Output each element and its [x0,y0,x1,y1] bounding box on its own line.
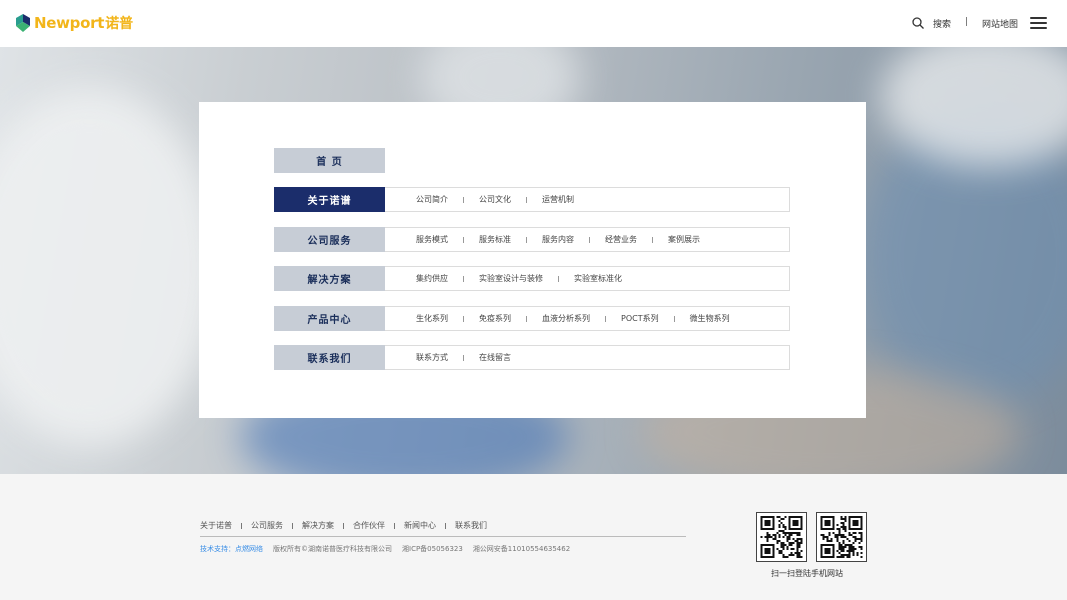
footer-nav-link[interactable]: 合作伙伴 [353,520,385,531]
tech-support-link[interactable]: 技术支持：点燃网络 [200,544,263,554]
link-separator [526,236,527,243]
link-separator [463,236,464,243]
sitemap-card: 首 页关于诺谱 公司简介 公司文化 运营机制公司服务 服务模式 服务标准 服务内容 经营业务 案… [199,102,866,418]
sitemap-row: 产品中心 生化系列 免疫系列 血液分析系列 POCT系列 微生物系列 [274,306,790,331]
link-separator [463,354,464,361]
sitemap-links [385,148,790,173]
sitemap-link[interactable]: 实验室标准化 [574,273,622,284]
link-separator [526,315,527,322]
qr-caption: 扫一扫登陆手机网站 [771,569,843,578]
footer-nav-link[interactable]: 联系我们 [455,520,487,531]
sitemap-links: 联系方式 在线留言 [385,345,790,370]
sitemap-section-title[interactable]: 公司服务 [274,227,385,252]
footer-nav-link[interactable]: 解决方案 [302,520,334,531]
sitemap-row: 首 页 [274,148,790,173]
link-separator [673,315,675,322]
link-separator [526,196,527,203]
logo-text: Newport [34,14,105,32]
sitemap-link[interactable]: 联系方式 [416,352,448,363]
search-link[interactable]: 搜索 [933,17,951,30]
link-separator [589,236,590,243]
sitemap-link[interactable]: 集约供应 [416,273,448,284]
link-separator [463,196,464,203]
sitemap-section-title[interactable]: 联系我们 [274,345,385,370]
sitemap-link[interactable]: 在线留言 [479,352,511,363]
search-icon[interactable] [912,17,924,29]
sitemap-link[interactable]: 经营业务 [605,234,637,245]
qr-code-1 [756,512,807,562]
footer-nav-separator [445,522,446,529]
sitemap-links: 服务模式 服务标准 服务内容 经营业务 案例展示 [385,227,790,252]
sitemap-links: 公司简介 公司文化 运营机制 [385,187,790,212]
sitemap-link[interactable]: 免疫系列 [479,313,511,324]
sitemap-row: 公司服务 服务模式 服务标准 服务内容 经营业务 案例展示 [274,227,790,252]
logo-cn: 诺普 [105,16,134,32]
header-separator: | [965,17,969,27]
site-footer: 关于诺普 公司服务 解决方案 合作伙伴 新闻中心 联系我们 技术支持：点燃网络 版权所有©… [0,474,1067,600]
sitemap-section-title[interactable]: 解决方案 [274,266,385,291]
qr-code-icon [760,516,803,558]
sitemap-link[interactable]: 血液分析系列 [542,313,590,324]
police-record-link[interactable]: 湘公网安备11010554635462 [473,544,570,554]
link-separator [605,315,606,322]
qr-code-2 [816,512,867,562]
sitemap-link[interactable]: 服务标准 [479,234,511,245]
sitemap-link[interactable]: 网站地图 [982,17,1018,30]
sitemap-link[interactable]: 微生物系列 [690,313,730,324]
footer-divider [200,536,686,537]
sitemap-link[interactable]: 公司简介 [416,194,448,205]
sitemap-row: 关于诺谱 公司简介 公司文化 运营机制 [274,187,790,212]
footer-copyright: 技术支持：点燃网络 版权所有©湖南诺普医疗科技有限公司 湘ICP备0505632… [200,544,570,554]
link-separator [463,275,464,282]
copyright-text: 版权所有©湖南诺普医疗科技有限公司 [273,545,392,553]
sitemap-row: 解决方案 集约供应 实验室设计与装修 实验室标准化 [274,266,790,291]
sitemap-link[interactable]: 生化系列 [416,313,448,324]
footer-nav-link[interactable]: 新闻中心 [404,520,436,531]
sitemap-link[interactable]: 服务模式 [416,234,448,245]
footer-nav-separator [343,522,344,529]
footer-nav-link[interactable]: 关于诺普 [200,520,232,531]
sitemap-links: 集约供应 实验室设计与装修 实验室标准化 [385,266,790,291]
sitemap-link[interactable]: 实验室设计与装修 [479,273,543,284]
qr-code-icon [820,516,863,558]
site-header: Newport 诺普 搜索 | 网站地图 [0,0,1067,47]
sitemap-row: 联系我们 联系方式 在线留言 [274,345,790,370]
sitemap-links: 生化系列 免疫系列 血液分析系列 POCT系列 微生物系列 [385,306,790,331]
footer-nav-link[interactable]: 公司服务 [251,520,283,531]
sitemap-link[interactable]: 服务内容 [542,234,574,245]
sitemap-section-title[interactable]: 关于诺谱 [274,187,385,212]
footer-nav-separator [394,522,395,529]
footer-nav: 关于诺普 公司服务 解决方案 合作伙伴 新闻中心 联系我们 [200,520,487,531]
footer-nav-separator [292,522,293,529]
link-separator [652,236,653,243]
logo-mark-icon [16,14,30,32]
hamburger-menu-icon[interactable] [1030,17,1047,29]
sitemap-link[interactable]: 公司文化 [479,194,511,205]
icp-link[interactable]: 湘ICP备05056323 [402,544,463,554]
sitemap-section-title[interactable]: 首 页 [274,148,385,173]
sitemap-section-title[interactable]: 产品中心 [274,306,385,331]
footer-nav-separator [241,522,242,529]
sitemap-link[interactable]: POCT系列 [621,313,659,324]
sitemap-link[interactable]: 运营机制 [542,194,574,205]
link-separator [558,275,559,282]
link-separator [463,315,464,322]
logo[interactable]: Newport 诺普 [16,13,133,33]
sitemap-link[interactable]: 案例展示 [668,234,700,245]
